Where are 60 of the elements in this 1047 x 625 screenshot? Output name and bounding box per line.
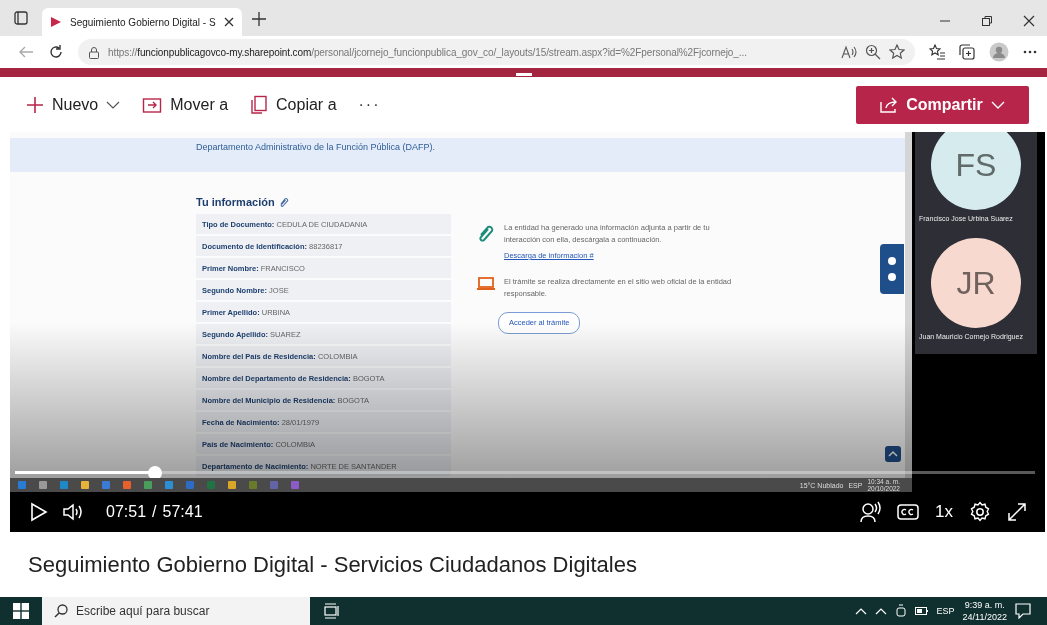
command-button[interactable]: Nuevo — [26, 95, 121, 114]
language-indicator[interactable]: ESP — [936, 606, 955, 616]
more-button[interactable]: ··· — [358, 95, 381, 114]
favorite-add-icon[interactable] — [889, 44, 905, 60]
plus-icon — [26, 95, 44, 114]
share-icon — [880, 96, 899, 113]
collections-icon[interactable] — [959, 44, 975, 60]
drag-handle[interactable] — [515, 73, 532, 76]
copy-icon — [250, 94, 269, 115]
chevron-up-icon[interactable] — [854, 607, 867, 615]
taskbar-search-field[interactable]: Escribe aquí para buscar — [42, 597, 310, 625]
task-view-icon[interactable] — [324, 603, 340, 619]
restore-icon[interactable] — [981, 15, 993, 27]
close-icon[interactable] — [224, 17, 234, 27]
participant-avatar: FS — [931, 132, 1021, 210]
scroll-up-button-icon[interactable] — [885, 446, 901, 462]
tab-actions-icon[interactable] — [14, 11, 28, 25]
video-player[interactable] — [10, 132, 1045, 532]
video-title: Seguimiento Gobierno Digital - Servicios Ciudadanos Digitales — [28, 551, 637, 578]
battery-icon[interactable] — [914, 606, 929, 616]
command-button[interactable]: Mover a — [142, 95, 229, 114]
volume-icon[interactable] — [62, 502, 84, 522]
transcript-icon[interactable] — [859, 501, 882, 523]
browser-tab[interactable]: Seguimiento Gobierno Digital - S — [42, 8, 242, 36]
banner-text: Departamento Administrativo de la Función Pública (DAFP). — [196, 142, 436, 152]
move-icon — [142, 95, 163, 114]
close-icon[interactable] — [1023, 15, 1035, 27]
windows-start-icon[interactable] — [13, 603, 29, 619]
total-time: 57:41 — [162, 503, 203, 521]
laptop-icon — [476, 276, 496, 292]
address-bar[interactable]: https://funcionpublicagovco-my.sharepoint.com/personal/jcornejo_funcionpublica_gov_co/_layouts/15/stream.aspx?id=%2Fpersonal%2Fjcornejo_... — [78, 39, 915, 65]
play-icon[interactable] — [30, 502, 48, 522]
captions-icon[interactable] — [897, 503, 920, 521]
chevron-down-icon — [990, 100, 1005, 109]
settings-icon[interactable] — [969, 501, 991, 523]
notifications-icon[interactable] — [1015, 603, 1031, 619]
favorites-icon[interactable] — [929, 44, 945, 60]
time-separator: / — [152, 503, 157, 521]
command-button[interactable]: Copiar a — [250, 94, 337, 115]
current-time: 07:51 — [106, 503, 147, 521]
stream-logo-icon — [50, 16, 62, 28]
playback-speed-button[interactable]: 1x — [935, 502, 953, 522]
meet-now-icon[interactable] — [894, 604, 907, 618]
new-tab-icon[interactable] — [252, 12, 266, 26]
share-button[interactable]: Compartir — [856, 85, 1029, 124]
help-widget[interactable] — [880, 244, 904, 294]
scrollbar[interactable] — [905, 132, 912, 478]
profile-icon[interactable] — [989, 42, 1009, 62]
read-aloud-icon[interactable] — [841, 45, 857, 59]
search-icon — [54, 604, 68, 618]
section-title: Tu información — [196, 196, 275, 208]
paperclip-icon — [278, 197, 289, 207]
chevron-up-icon[interactable] — [874, 607, 887, 615]
zoom-icon[interactable] — [865, 44, 881, 60]
more-icon[interactable] — [1023, 50, 1037, 54]
taskbar-clock[interactable]: 9:39 a. m. 24/11/2022 — [962, 599, 1007, 623]
participant-avatar: JR — [931, 238, 1021, 328]
fullscreen-icon[interactable] — [1007, 502, 1027, 522]
lock-icon — [88, 45, 100, 59]
refresh-icon[interactable] — [48, 44, 64, 60]
